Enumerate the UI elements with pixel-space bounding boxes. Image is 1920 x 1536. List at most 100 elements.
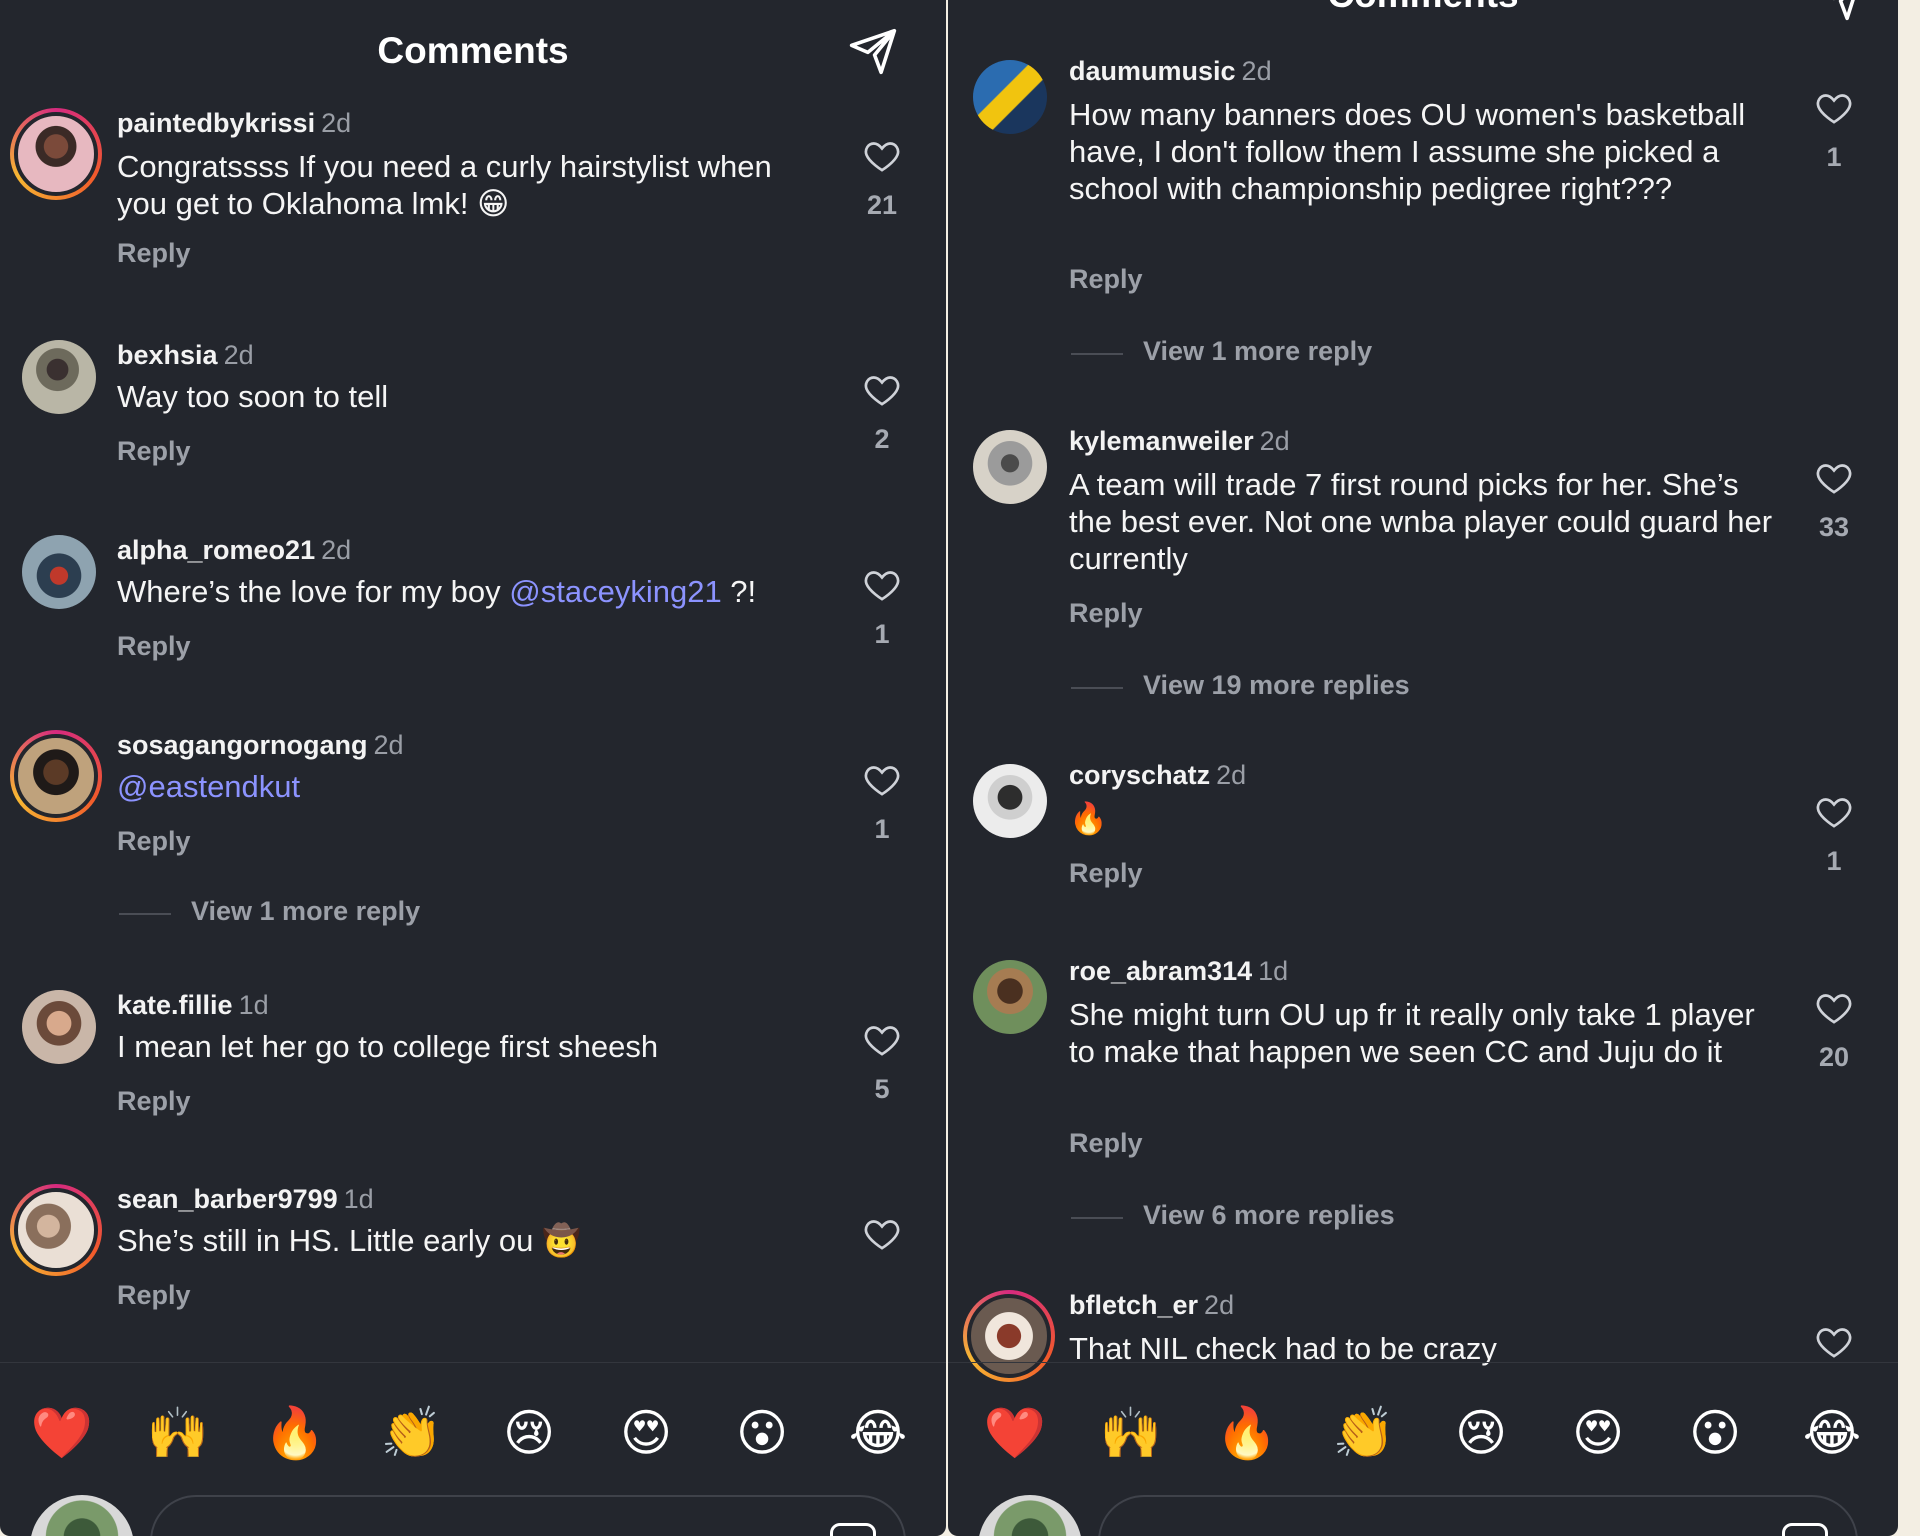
reaction-laugh[interactable]: 😂 [838,1403,918,1463]
reply-button[interactable]: Reply [1069,264,1143,295]
heart-icon[interactable] [862,565,902,605]
my-avatar [30,1495,134,1536]
timestamp: 2d [223,340,254,370]
username[interactable]: sean_barber9799 [117,1184,338,1214]
avatar[interactable] [22,535,96,609]
username[interactable]: kate.fillie [117,990,233,1020]
reply-button[interactable]: Reply [117,238,191,269]
avatar[interactable] [973,960,1047,1034]
comment-text: Way too soon to tell [117,379,389,414]
like-count: 2 [874,424,890,454]
heart-icon[interactable] [862,136,902,176]
gif-icon[interactable] [830,1523,876,1536]
username[interactable]: coryschatz [1069,760,1210,790]
heart-icon[interactable] [1814,1322,1854,1362]
comment-text: Congratssss If you need a curly hairstyl… [117,149,772,221]
reaction-fire[interactable]: 🔥 [1207,1403,1287,1463]
avatar[interactable] [14,1188,98,1272]
story-ring[interactable] [10,730,102,822]
heart-icon[interactable] [1814,88,1854,128]
comment-list[interactable]: paintedbykrissi 2d Congratssss If you nee… [0,0,946,1360]
username[interactable]: bfletch_er [1069,1290,1198,1320]
timestamp: 1d [1258,956,1289,986]
comment-composer [948,1492,1898,1536]
heart-icon[interactable] [1814,792,1854,832]
username[interactable]: alpha_romeo21 [117,535,315,565]
my-avatar [978,1495,1082,1536]
comment-input[interactable] [1098,1495,1858,1536]
avatar[interactable] [973,430,1047,504]
mention-link[interactable]: @eastendkut [117,769,300,804]
reply-button[interactable]: Reply [117,631,191,662]
quick-reaction-bar: ❤️ 🙌 🔥 👏 😢 😍 😮 😂 [948,1362,1898,1493]
heart-icon[interactable] [1814,458,1854,498]
gif-icon[interactable] [1782,1523,1828,1536]
reaction-cry[interactable]: 😢 [489,1403,569,1463]
comment-input[interactable] [150,1495,906,1536]
username[interactable]: sosagangornogang [117,730,368,760]
avatar[interactable] [14,112,98,196]
quick-reaction-bar: ❤️ 🙌 🔥 👏 😢 😍 😮 😂 [0,1362,946,1493]
reply-button[interactable]: Reply [117,1086,191,1117]
timestamp: 2d [321,108,352,138]
username[interactable]: daumumusic [1069,56,1236,86]
avatar[interactable] [22,340,96,414]
view-more-replies[interactable]: View 19 more replies [1071,670,1410,701]
like-count: 5 [874,1074,890,1104]
username[interactable]: roe_abram314 [1069,956,1252,986]
reply-button[interactable]: Reply [117,826,191,857]
heart-icon[interactable] [862,760,902,800]
send-icon[interactable] [1812,0,1866,24]
avatar[interactable] [973,60,1047,134]
reaction-raised-hands[interactable]: 🙌 [138,1403,218,1463]
like-control: 1 [1794,792,1874,877]
reaction-fire[interactable]: 🔥 [255,1403,335,1463]
reply-button[interactable]: Reply [117,1280,191,1311]
reply-button[interactable]: Reply [117,436,191,467]
username[interactable]: bexhsia [117,340,218,370]
reply-button[interactable]: Reply [1069,1128,1143,1159]
reaction-clap[interactable]: 👏 [372,1403,452,1463]
story-ring[interactable] [10,108,102,200]
heart-icon[interactable] [862,370,902,410]
reaction-clap[interactable]: 👏 [1324,1403,1404,1463]
reaction-laugh[interactable]: 😂 [1792,1403,1872,1463]
reaction-surprised[interactable]: 😮 [722,1403,802,1463]
avatar[interactable] [14,734,98,818]
heart-icon[interactable] [862,1214,902,1254]
comments-header: Comments [948,0,1898,44]
reply-button[interactable]: Reply [1069,858,1143,889]
username[interactable]: paintedbykrissi [117,108,315,138]
like-count: 1 [874,619,890,649]
reaction-heart[interactable]: ❤️ [22,1403,102,1463]
comment-list[interactable]: daumumusic 2d How many banners does OU wo… [948,0,1898,1382]
mention-link[interactable]: @staceyking21 [509,574,721,609]
like-control: 2 [842,370,922,455]
comment-text: 🔥 [1069,801,1108,836]
view-more-replies[interactable]: View 1 more reply [1071,336,1372,367]
view-more-replies[interactable]: View 6 more replies [1071,1200,1395,1231]
reaction-raised-hands[interactable]: 🙌 [1091,1403,1171,1463]
send-icon[interactable] [846,24,900,78]
reply-button[interactable]: Reply [1069,598,1143,629]
comment-text: A team will trade 7 first round picks fo… [1069,467,1773,576]
reaction-cry[interactable]: 😢 [1441,1403,1521,1463]
timestamp: 2d [321,535,352,565]
avatar[interactable] [973,764,1047,838]
divider-line [1071,687,1123,689]
heart-icon[interactable] [862,1020,902,1060]
timestamp: 2d [1259,426,1290,456]
story-ring[interactable] [10,1184,102,1276]
avatar[interactable] [22,990,96,1064]
like-control [1794,1322,1874,1362]
heart-icon[interactable] [1814,988,1854,1028]
reaction-surprised[interactable]: 😮 [1675,1403,1755,1463]
comments-header: Comments [0,0,946,98]
like-control: 5 [842,1020,922,1105]
reaction-heart[interactable]: ❤️ [975,1403,1055,1463]
reaction-heart-eyes[interactable]: 😍 [1558,1403,1638,1463]
page-title: Comments [377,30,569,71]
reaction-heart-eyes[interactable]: 😍 [606,1403,686,1463]
view-more-replies[interactable]: View 1 more reply [119,896,420,927]
username[interactable]: kylemanweiler [1069,426,1254,456]
